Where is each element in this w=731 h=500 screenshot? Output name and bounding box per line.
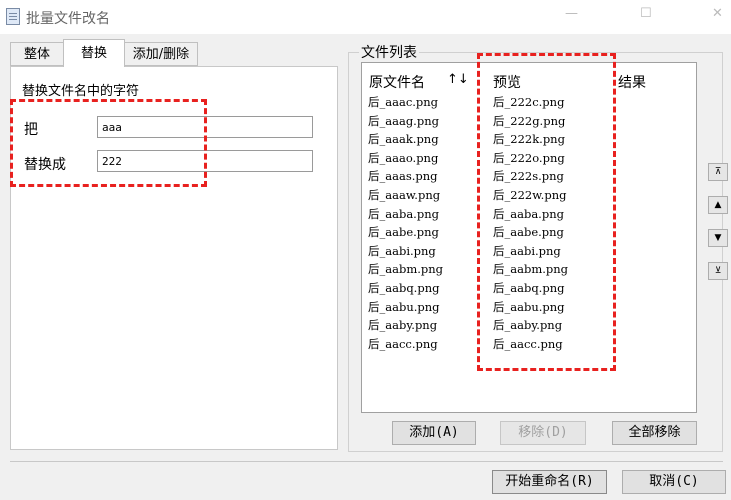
preview-item: 后_aabu.png xyxy=(493,299,565,314)
preview-item: 后_222s.png xyxy=(493,169,564,184)
list-item[interactable]: 后_aabu.png xyxy=(368,298,443,317)
app-document-icon xyxy=(6,8,20,25)
minimize-button[interactable]: — xyxy=(565,6,578,21)
original-name-column: 后_aaac.png 后_aaag.png 后_aaak.png 后_aaao.… xyxy=(368,93,443,353)
move-top-button[interactable]: ⊼ xyxy=(708,163,728,181)
find-label: 把 xyxy=(24,122,38,138)
list-item[interactable]: 后_aaag.png xyxy=(368,112,443,131)
footer-divider xyxy=(10,461,723,462)
preview-name-column: 后_222c.png 后_222g.png 后_222k.png 后_222o.… xyxy=(493,93,568,353)
start-rename-button[interactable]: 开始重命名(R) xyxy=(492,470,607,494)
move-down-button[interactable]: ▼ xyxy=(708,229,728,247)
list-item[interactable]: 后_aacc.png xyxy=(368,335,443,354)
list-item[interactable]: 后_aabq.png xyxy=(368,279,443,298)
add-files-button[interactable]: 添加(A) xyxy=(392,421,476,445)
tab-replace[interactable]: 替换 xyxy=(63,39,125,67)
close-button[interactable]: ✕ xyxy=(712,6,723,21)
list-item[interactable]: 后_aabm.png xyxy=(368,260,443,279)
cancel-button[interactable]: 取消(C) xyxy=(622,470,726,494)
preview-item: 后_222o.png xyxy=(493,150,565,165)
list-item[interactable]: 后_aaas.png xyxy=(368,167,443,186)
list-item[interactable]: 后_aaac.png xyxy=(368,93,443,112)
remove-all-button[interactable]: 全部移除 xyxy=(612,421,697,445)
preview-item: 后_aabi.png xyxy=(493,243,561,258)
replace-input[interactable] xyxy=(97,150,313,172)
preview-item: 后_aaby.png xyxy=(493,318,563,333)
preview-item: 后_aabq.png xyxy=(493,280,565,295)
preview-item: 后_222g.png xyxy=(493,113,566,128)
remove-files-button[interactable]: 移除(D) xyxy=(500,421,586,445)
window-title: 批量文件改名 xyxy=(26,11,110,27)
tab-overall[interactable]: 整体 xyxy=(10,42,64,66)
preview-item: 后_222k.png xyxy=(493,132,565,147)
list-item[interactable]: 后_aaak.png xyxy=(368,130,443,149)
preview-item: 后_aaba.png xyxy=(493,206,564,221)
column-header-result[interactable]: 结果 xyxy=(618,72,646,92)
preview-item: 后_aabe.png xyxy=(493,225,564,240)
find-input[interactable] xyxy=(97,116,313,138)
replace-label: 替换成 xyxy=(24,157,66,173)
move-bottom-button[interactable]: ⊻ xyxy=(708,262,728,280)
title-bar: 批量文件改名 — ☐ ✕ xyxy=(0,0,731,34)
preview-item: 后_222w.png xyxy=(493,187,567,202)
preview-item: 后_222c.png xyxy=(493,95,565,109)
list-item[interactable]: 后_aabe.png xyxy=(368,223,443,242)
list-item[interactable]: 后_aaao.png xyxy=(368,149,443,168)
tab-add-delete[interactable]: 添加/删除 xyxy=(124,42,198,66)
column-header-original[interactable]: 原文件名 xyxy=(369,72,425,92)
list-item[interactable]: 后_aabi.png xyxy=(368,242,443,261)
replace-group-title: 替换文件名中的字符 xyxy=(22,84,140,99)
list-item[interactable]: 后_aaby.png xyxy=(368,316,443,335)
sort-arrows-icon[interactable]: ↑↓ xyxy=(447,72,469,87)
maximize-button[interactable]: ☐ xyxy=(640,6,652,21)
preview-item: 后_aacc.png xyxy=(493,336,563,351)
list-item[interactable]: 后_aaba.png xyxy=(368,205,443,224)
move-up-button[interactable]: ▲ xyxy=(708,196,728,214)
preview-item: 后_aabm.png xyxy=(493,262,569,277)
file-list-group-title: 文件列表 xyxy=(359,42,419,62)
list-item[interactable]: 后_aaaw.png xyxy=(368,186,443,205)
column-header-preview[interactable]: 预览 xyxy=(493,72,521,92)
